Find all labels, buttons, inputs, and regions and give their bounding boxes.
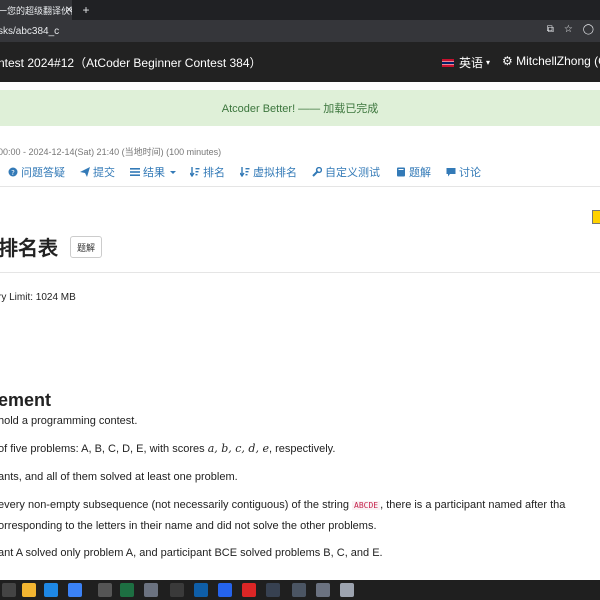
browser-icon[interactable] [68, 583, 82, 597]
language-label: 英语 [459, 56, 484, 70]
sort-icon [190, 167, 200, 177]
app-icon[interactable] [194, 583, 208, 597]
nav-item-submit[interactable]: 提交 [80, 164, 115, 180]
divider [0, 186, 600, 187]
send-icon [80, 167, 90, 177]
bookmark-star-icon[interactable]: ☆ [564, 24, 573, 35]
site-header: ntest 2024#12（AtCoder Beginner Contest 3… [0, 42, 600, 82]
nav-item-custom-test[interactable]: 自定义测试 [312, 164, 380, 180]
statement-line: hold a programming contest. [0, 415, 138, 427]
os-taskbar [0, 580, 600, 600]
username: MitchellZhong (Co [516, 54, 600, 68]
language-dropdown[interactable]: 英语 ▾ [442, 54, 490, 71]
close-icon[interactable]: ✕ [64, 0, 74, 20]
user-menu[interactable]: ⚙ MitchellZhong (Co [502, 54, 600, 68]
app-icon[interactable] [340, 583, 354, 597]
address-bar-icons: ⧉ ☆ ◯ [547, 24, 594, 35]
contest-title[interactable]: ntest 2024#12（AtCoder Beginner Contest 3… [0, 54, 262, 71]
comment-icon [446, 168, 456, 177]
sort-icon [240, 167, 250, 177]
question-circle-icon: ? [8, 167, 18, 177]
app-icon[interactable] [144, 583, 158, 597]
url-text[interactable]: sks/abc384_c [0, 26, 59, 37]
statement-line: of five problems: A, B, C, D, E, with sc… [0, 442, 336, 455]
uk-flag-icon [442, 58, 454, 67]
app-icon[interactable] [242, 583, 256, 597]
inline-code: ABCDE [352, 501, 381, 510]
edge-icon[interactable] [44, 583, 58, 597]
statement-line: every non-empty subsequence (not necessa… [0, 499, 566, 511]
app-icon[interactable] [316, 583, 330, 597]
nav-item-editorial[interactable]: 题解 [396, 164, 431, 180]
nav-item-virtual-standings[interactable]: 虚拟排名 [240, 164, 297, 180]
divider [0, 272, 600, 273]
statement-line: ant A solved only problem A, and partici… [0, 547, 383, 559]
contest-time: 00:00 - 2024-12-14(Sat) 21:40 (当地时间) (10… [0, 147, 222, 157]
caret-down-icon [170, 170, 176, 174]
app-icon[interactable] [218, 583, 232, 597]
nav-item-clarifications[interactable]: ? 问题答疑 [8, 164, 65, 180]
translate-icon[interactable]: ⧉ [547, 24, 554, 35]
gear-icon: ⚙ [502, 54, 513, 68]
statement-line: orresponding to the letters in their nam… [0, 520, 377, 532]
terminal-icon[interactable] [98, 583, 112, 597]
math-scores: a, b, c, d, e [207, 442, 269, 455]
nav-item-discuss[interactable]: 讨论 [446, 164, 481, 180]
svg-text:?: ? [11, 169, 15, 177]
profile-icon[interactable]: ◯ [583, 24, 594, 35]
editorial-button[interactable]: 题解 [70, 236, 103, 258]
book-icon [397, 167, 405, 177]
atcoder-better-banner: Atcoder Better! —— 加载已完成 [0, 90, 600, 126]
app-icon[interactable] [170, 583, 184, 597]
page-title: 排名表 [0, 238, 58, 260]
banner-text: Atcoder Better! —— 加载已完成 [221, 103, 379, 115]
browser-tabbar: 一您的超级翻译伙伴 ✕ + [0, 0, 600, 20]
app-icon[interactable] [2, 583, 16, 597]
section-title: ement [0, 390, 52, 410]
app-icon[interactable] [266, 583, 280, 597]
list-icon [130, 168, 140, 176]
nav-item-standings[interactable]: 排名 [190, 164, 225, 180]
tab-title: 一您的超级翻译伙伴 [0, 5, 72, 16]
address-bar[interactable]: sks/abc384_c ⧉ ☆ ◯ [0, 20, 600, 42]
folder-icon[interactable] [22, 583, 36, 597]
wrench-icon [312, 167, 322, 177]
nav-item-results[interactable]: 结果 [130, 164, 176, 180]
caret-down-icon: ▾ [486, 58, 491, 67]
excel-icon[interactable] [120, 583, 134, 597]
memory-limit: ry Limit: 1024 MB [0, 292, 76, 303]
extension-icon[interactable] [592, 210, 600, 224]
new-tab-button[interactable]: + [80, 0, 92, 20]
statement-line: ants, and all of them solved at least on… [0, 471, 238, 483]
contest-nav: ? 问题答疑 提交 结果 排名 虚拟排名 自定义测试 题解 讨论 [0, 160, 600, 182]
app-icon[interactable] [292, 583, 306, 597]
browser-tab[interactable]: 一您的超级翻译伙伴 [0, 0, 72, 20]
